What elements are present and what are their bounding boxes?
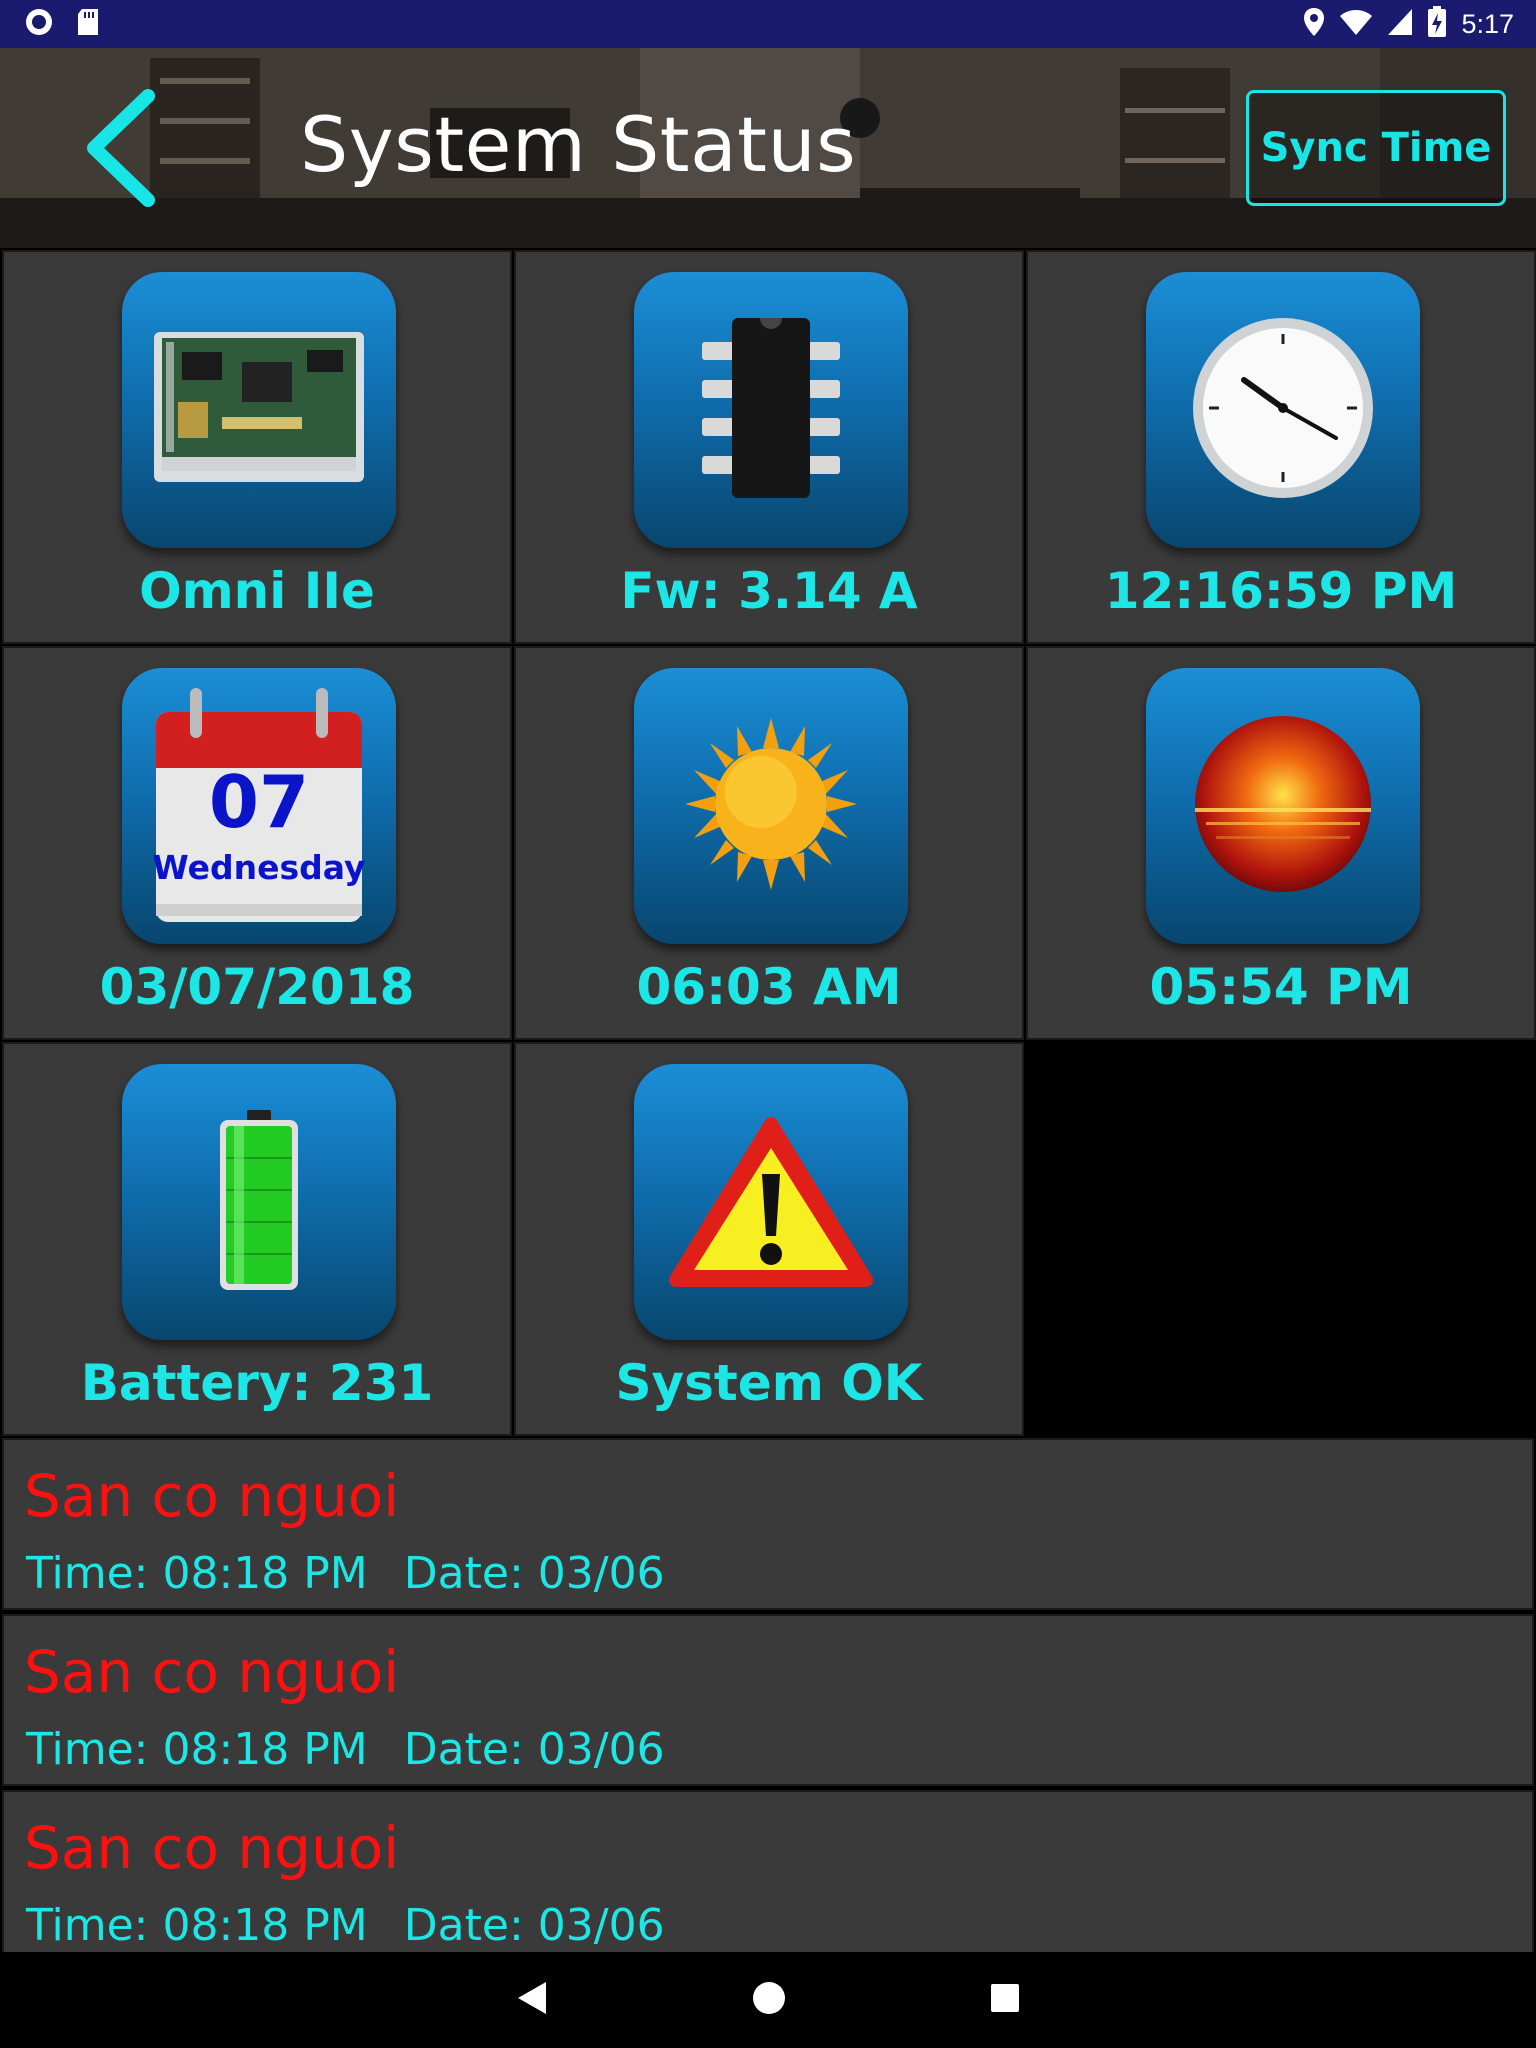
page-title: System Status bbox=[300, 100, 857, 189]
back-button[interactable] bbox=[80, 88, 160, 208]
tile-date[interactable]: 07 Wednesday 03/07/2018 bbox=[2, 646, 512, 1040]
event-item[interactable]: San co nguoi Time: 08:18 PM Date: 03/06 bbox=[2, 1614, 1534, 1786]
event-meta: Time: 08:18 PM Date: 03/06 bbox=[26, 1724, 665, 1775]
sun-icon bbox=[685, 718, 857, 890]
recents-square-icon[interactable] bbox=[988, 1981, 1022, 2020]
icon-tile-background bbox=[1146, 272, 1420, 548]
warning-icon bbox=[669, 1117, 873, 1287]
tile-sunset[interactable]: 05:54 PM bbox=[1026, 646, 1536, 1040]
circuit-board-icon bbox=[154, 332, 364, 482]
status-time: 5:17 bbox=[1461, 8, 1514, 39]
home-circle-icon[interactable] bbox=[750, 1979, 788, 2022]
event-item[interactable]: San co nguoi Time: 08:18 PM Date: 03/06 bbox=[2, 1790, 1534, 1962]
battery-charging-icon bbox=[1427, 5, 1447, 43]
event-item[interactable]: San co nguoi Time: 08:18 PM Date: 03/06 bbox=[2, 1438, 1534, 1610]
back-triangle-icon[interactable] bbox=[514, 1979, 550, 2022]
tile-label: 03/07/2018 bbox=[99, 958, 415, 1016]
event-title: San co nguoi bbox=[24, 1814, 400, 1882]
event-date: Date: 03/06 bbox=[403, 1900, 665, 1951]
event-time: Time: 08:18 PM bbox=[26, 1724, 368, 1775]
chip-icon bbox=[702, 318, 840, 498]
event-meta: Time: 08:18 PM Date: 03/06 bbox=[26, 1548, 665, 1599]
tile-controller-model[interactable]: Omni IIe bbox=[2, 250, 512, 644]
chevron-left-icon bbox=[87, 89, 155, 207]
event-time: Time: 08:18 PM bbox=[26, 1548, 368, 1599]
tile-clock[interactable]: 12:16:59 PM bbox=[1026, 250, 1536, 644]
tile-label: Battery: 231 bbox=[80, 1354, 434, 1412]
calendar-day: 07 bbox=[208, 760, 310, 844]
tile-firmware[interactable]: Fw: 3.14 A bbox=[514, 250, 1024, 644]
battery-icon bbox=[220, 1110, 298, 1290]
event-time: Time: 08:18 PM bbox=[26, 1900, 368, 1951]
event-date: Date: 03/06 bbox=[403, 1724, 665, 1775]
tile-label: Omni IIe bbox=[139, 562, 375, 620]
record-icon bbox=[24, 7, 54, 42]
icon-tile-background bbox=[634, 272, 908, 548]
location-icon bbox=[1303, 7, 1325, 42]
sd-card-icon bbox=[76, 8, 100, 41]
icon-tile-background bbox=[122, 1064, 396, 1340]
navigation-bar bbox=[0, 1952, 1536, 2048]
tile-battery[interactable]: Battery: 231 bbox=[2, 1042, 512, 1436]
event-title: San co nguoi bbox=[24, 1462, 400, 1530]
tile-sunrise[interactable]: 06:03 AM bbox=[514, 646, 1024, 1040]
wifi-icon bbox=[1339, 8, 1373, 41]
icon-tile-background bbox=[634, 668, 908, 944]
icon-tile-background bbox=[122, 272, 396, 548]
calendar-weekday: Wednesday bbox=[152, 848, 366, 887]
tile-label: System OK bbox=[615, 1354, 923, 1412]
tile-label: 06:03 AM bbox=[636, 958, 902, 1016]
event-date: Date: 03/06 bbox=[403, 1548, 665, 1599]
clock-icon bbox=[1193, 318, 1373, 498]
sunset-icon bbox=[1195, 716, 1371, 892]
tile-label: Fw: 3.14 A bbox=[620, 562, 918, 620]
sync-time-button[interactable]: Sync Time bbox=[1246, 90, 1506, 206]
icon-tile-background bbox=[634, 1064, 908, 1340]
event-title: San co nguoi bbox=[24, 1638, 400, 1706]
status-grid: Omni IIe Fw: 3.14 A 12:16:59 PM 07 Wedne… bbox=[0, 248, 1536, 1438]
icon-tile-background bbox=[1146, 668, 1420, 944]
tile-label: 05:54 PM bbox=[1149, 958, 1413, 1016]
event-meta: Time: 08:18 PM Date: 03/06 bbox=[26, 1900, 665, 1951]
icon-tile-background: 07 Wednesday bbox=[122, 668, 396, 944]
tile-label: 12:16:59 PM bbox=[1104, 562, 1458, 620]
status-bar: 5:17 bbox=[0, 0, 1536, 48]
tile-system-status[interactable]: System OK bbox=[514, 1042, 1024, 1436]
header: System Status Sync Time bbox=[0, 48, 1536, 248]
signal-icon bbox=[1387, 8, 1413, 41]
